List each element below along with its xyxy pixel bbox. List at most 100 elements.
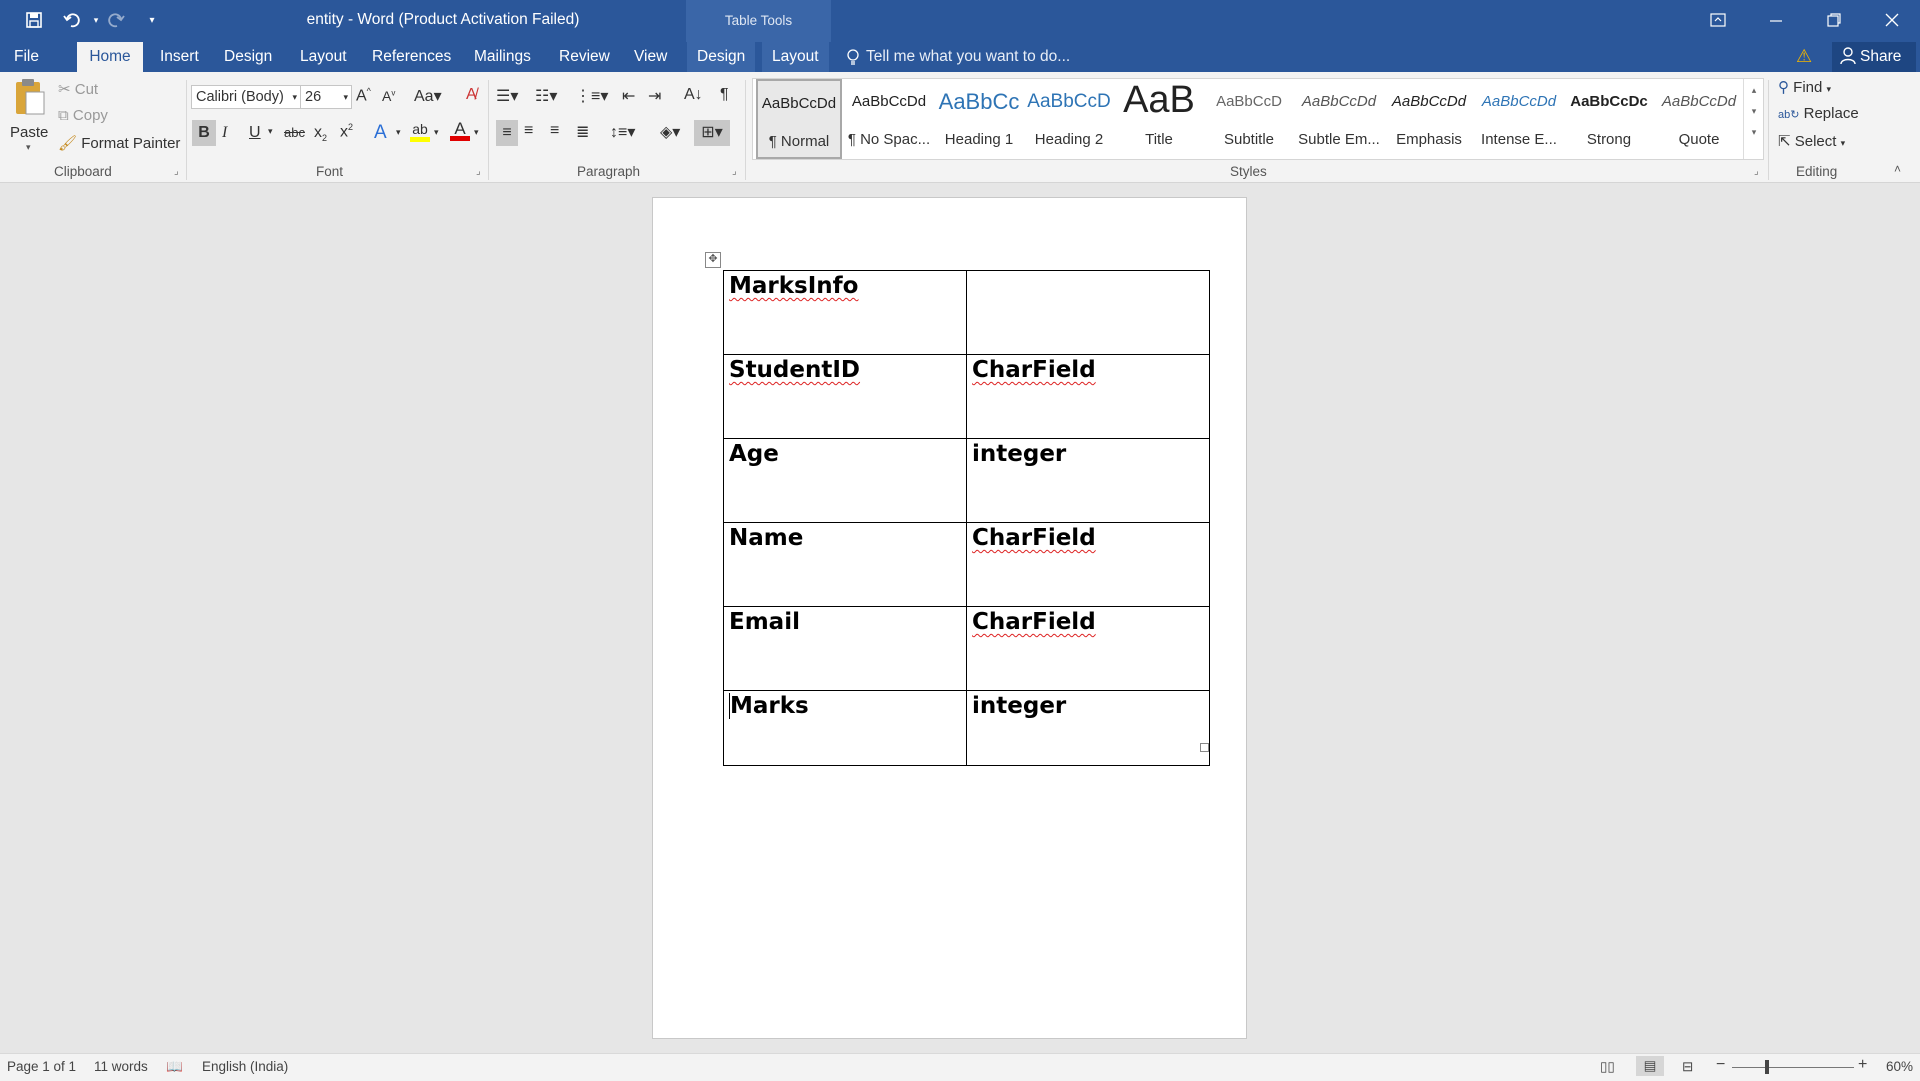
styles-scroll[interactable]: ▴ ▾ ▾ bbox=[1743, 79, 1764, 159]
bold-button[interactable]: B bbox=[192, 120, 216, 146]
tab-table-design[interactable]: Design bbox=[687, 42, 756, 72]
cut-button[interactable]: ✂ Cut bbox=[58, 80, 98, 98]
page-count[interactable]: Page 1 of 1 bbox=[7, 1059, 76, 1074]
style-title[interactable]: AaB Title bbox=[1115, 79, 1203, 159]
style-no-spacing[interactable]: AaBbCcDd ¶ No Spac... bbox=[845, 79, 933, 159]
paste-dropdown-icon[interactable]: ▾ bbox=[26, 142, 31, 153]
table-cell[interactable]: MarksInfo bbox=[723, 270, 967, 355]
paste-button[interactable]: Paste ▾ bbox=[8, 76, 52, 154]
tab-design[interactable]: Design bbox=[214, 42, 282, 72]
style-emphasis[interactable]: AaBbCcDd Emphasis bbox=[1385, 79, 1473, 159]
subscript-button[interactable]: x2 bbox=[314, 124, 327, 143]
tab-home[interactable]: Home bbox=[77, 42, 143, 72]
justify-button[interactable]: ≣ bbox=[576, 122, 589, 142]
ribbon-display-options-icon[interactable] bbox=[1706, 8, 1730, 32]
tell-me-search[interactable]: Tell me what you want to do... bbox=[866, 48, 1070, 66]
zoom-slider-thumb[interactable] bbox=[1765, 1060, 1769, 1074]
change-case-icon[interactable]: Aa▾ bbox=[414, 86, 442, 106]
line-spacing-icon[interactable]: ↕≡▾ bbox=[610, 122, 635, 142]
web-layout-icon[interactable]: ⊟ bbox=[1682, 1059, 1693, 1075]
style-heading-1[interactable]: AaBbCc Heading 1 bbox=[935, 79, 1023, 159]
font-launcher-icon[interactable]: ⌟ bbox=[476, 166, 481, 177]
style-normal[interactable]: AaBbCcDd ¶ Normal bbox=[756, 79, 842, 159]
underline-button[interactable]: U bbox=[249, 124, 261, 142]
superscript-button[interactable]: x2 bbox=[340, 122, 353, 141]
style-subtitle[interactable]: AaBbCcD Subtitle bbox=[1205, 79, 1293, 159]
text-effects-icon[interactable]: A bbox=[374, 122, 387, 144]
table-resize-handle[interactable] bbox=[1200, 743, 1209, 752]
multilevel-list-icon[interactable]: ⋮≡▾ bbox=[575, 86, 608, 106]
font-color-icon[interactable]: A bbox=[450, 119, 470, 141]
tab-table-layout[interactable]: Layout bbox=[762, 42, 829, 72]
table-cell[interactable]: Marks bbox=[723, 690, 967, 766]
font-name-box[interactable]: Calibri (Body) ▾ bbox=[191, 85, 301, 109]
style-subtle-emphasis[interactable]: AaBbCcDd Subtle Em... bbox=[1295, 79, 1383, 159]
style-quote[interactable]: AaBbCcDd Quote bbox=[1655, 79, 1743, 159]
sort-icon[interactable]: A↓ bbox=[684, 86, 703, 104]
table-cell[interactable]: Email bbox=[723, 606, 967, 691]
show-formatting-icon[interactable]: ¶ bbox=[720, 86, 729, 104]
zoom-out-button[interactable]: − bbox=[1716, 1056, 1725, 1074]
close-icon[interactable] bbox=[1880, 8, 1904, 32]
replace-button[interactable]: ab↻ Replace bbox=[1778, 105, 1859, 122]
tab-layout[interactable]: Layout bbox=[290, 42, 357, 72]
warning-icon[interactable]: ⚠ bbox=[1796, 46, 1812, 67]
table-cell[interactable]: integer bbox=[966, 438, 1210, 523]
tab-insert[interactable]: Insert bbox=[150, 42, 209, 72]
styles-launcher-icon[interactable]: ⌟ bbox=[1754, 166, 1759, 177]
table-move-handle-icon[interactable]: ✥ bbox=[705, 252, 721, 268]
zoom-in-button[interactable]: + bbox=[1858, 1056, 1867, 1074]
align-right-button[interactable]: ≡ bbox=[550, 122, 559, 140]
zoom-level[interactable]: 60% bbox=[1886, 1059, 1913, 1074]
more-styles-icon[interactable]: ▾ bbox=[1744, 127, 1764, 138]
strikethrough-button[interactable]: abc bbox=[284, 125, 305, 140]
select-button[interactable]: ⇱ Select ▾ bbox=[1778, 132, 1845, 150]
tab-references[interactable]: References bbox=[362, 42, 461, 72]
table-cell[interactable]: CharField bbox=[966, 606, 1210, 691]
increase-indent-icon[interactable]: ⇥ bbox=[648, 86, 661, 106]
italic-button[interactable]: I bbox=[222, 124, 227, 142]
clear-formatting-icon[interactable]: A̸ bbox=[466, 86, 477, 104]
paragraph-launcher-icon[interactable]: ⌟ bbox=[732, 166, 737, 177]
align-left-button[interactable]: ≡ bbox=[496, 120, 518, 146]
grow-font-icon[interactable]: A^ bbox=[356, 86, 371, 105]
table-cell[interactable]: CharField bbox=[966, 522, 1210, 607]
copy-button[interactable]: ⧉ Copy bbox=[58, 107, 108, 124]
table-cell[interactable]: CharField bbox=[966, 354, 1210, 439]
table-cell[interactable] bbox=[966, 270, 1210, 355]
find-button[interactable]: ⚲ Find ▾ bbox=[1778, 78, 1831, 96]
table-cell[interactable]: StudentID bbox=[723, 354, 967, 439]
underline-dropdown-icon[interactable]: ▾ bbox=[268, 126, 273, 137]
style-intense-emphasis[interactable]: AaBbCcDd Intense E... bbox=[1475, 79, 1563, 159]
word-count[interactable]: 11 words bbox=[94, 1059, 148, 1074]
language[interactable]: English (India) bbox=[202, 1059, 288, 1074]
chevron-down-icon[interactable]: ▾ bbox=[396, 127, 401, 138]
print-layout-icon[interactable]: ▤ bbox=[1636, 1056, 1664, 1076]
style-heading-2[interactable]: AaBbCcD Heading 2 bbox=[1025, 79, 1113, 159]
shading-icon[interactable]: ◈▾ bbox=[660, 122, 680, 142]
zoom-slider-track[interactable] bbox=[1732, 1067, 1854, 1068]
style-strong[interactable]: AaBbCcDc Strong bbox=[1565, 79, 1653, 159]
entity-table[interactable]: MarksInfo StudentID CharField Age intege… bbox=[723, 270, 1210, 766]
table-cell[interactable]: Name bbox=[723, 522, 967, 607]
font-size-box[interactable]: 26 ▾ bbox=[300, 85, 352, 109]
tab-review[interactable]: Review bbox=[549, 42, 620, 72]
collapse-ribbon-icon[interactable]: ˄ bbox=[1894, 162, 1901, 176]
borders-icon[interactable]: ⊞▾ bbox=[694, 120, 730, 146]
table-cell[interactable]: integer bbox=[966, 690, 1210, 766]
read-mode-icon[interactable]: ▯▯ bbox=[1600, 1059, 1615, 1075]
decrease-indent-icon[interactable]: ⇤ bbox=[622, 86, 635, 106]
chevron-down-icon[interactable]: ▾ bbox=[434, 127, 439, 138]
proofing-icon[interactable]: 📖 bbox=[166, 1059, 183, 1075]
restore-icon[interactable] bbox=[1822, 8, 1846, 32]
highlight-color-icon[interactable]: ab bbox=[410, 121, 430, 142]
bullets-icon[interactable]: ☰▾ bbox=[496, 86, 518, 106]
chevron-down-icon[interactable]: ▾ bbox=[474, 127, 479, 138]
chevron-down-icon[interactable]: ▾ bbox=[1744, 106, 1764, 117]
tab-mailings[interactable]: Mailings bbox=[464, 42, 541, 72]
shrink-font-icon[interactable]: Av bbox=[382, 88, 395, 104]
tab-file[interactable]: File bbox=[0, 42, 53, 72]
document-page[interactable]: ✥ MarksInfo StudentID CharField Age inte… bbox=[652, 197, 1247, 1039]
chevron-up-icon[interactable]: ▴ bbox=[1744, 85, 1764, 96]
clipboard-launcher-icon[interactable]: ⌟ bbox=[174, 166, 179, 177]
